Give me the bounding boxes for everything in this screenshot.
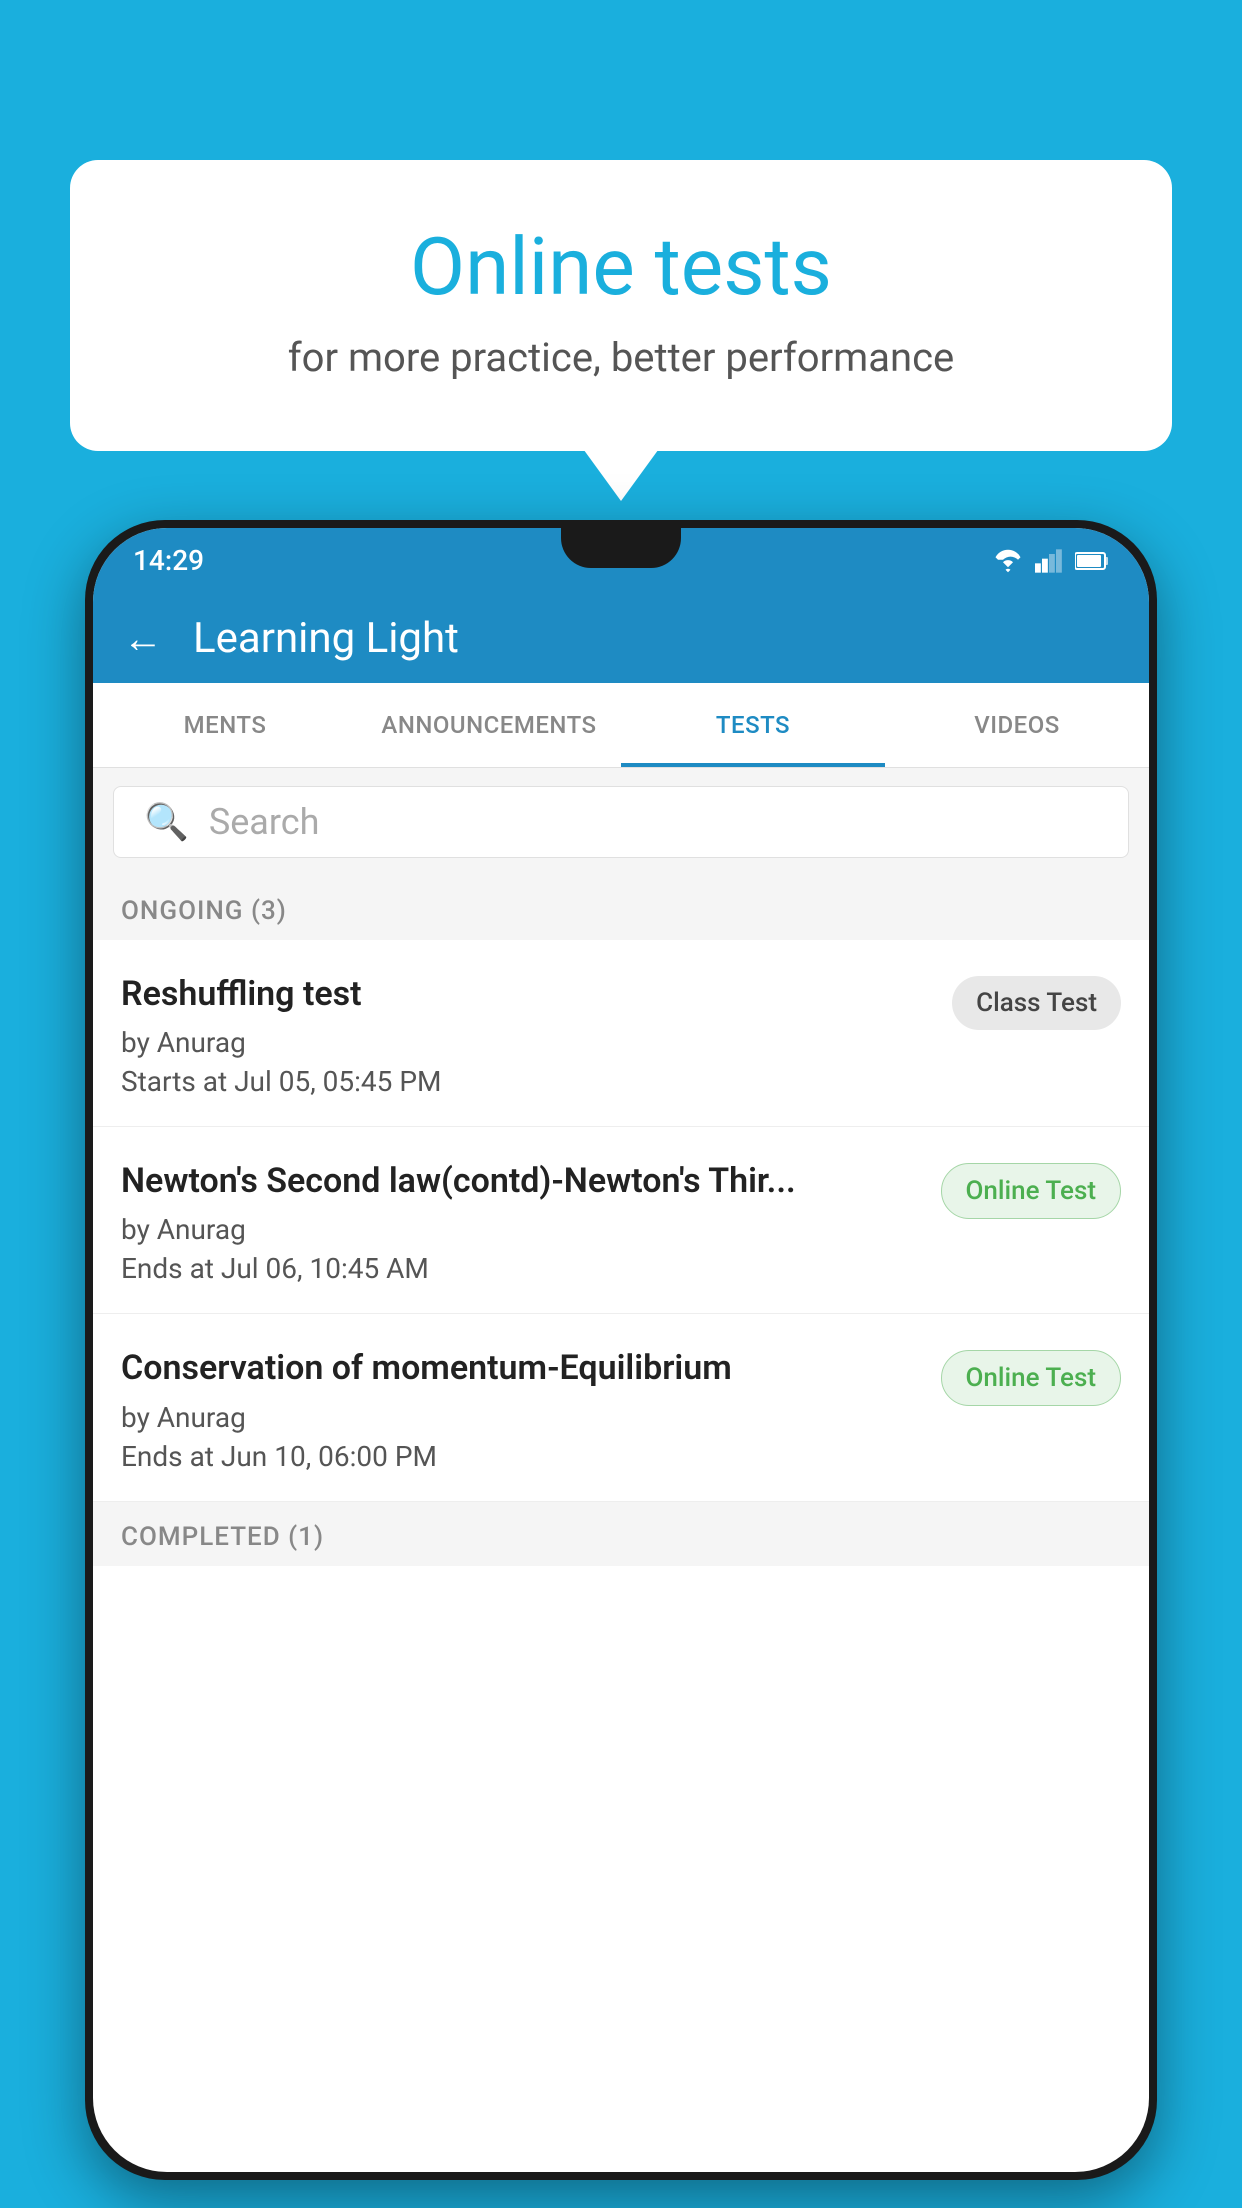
test-author-1: by Anurag — [121, 1026, 932, 1059]
test-time-3: Ends at Jun 10, 06:00 PM — [121, 1440, 921, 1473]
back-button[interactable]: ← — [123, 615, 163, 662]
ongoing-section-header: ONGOING (3) — [93, 876, 1149, 940]
bubble-title: Online tests — [150, 220, 1092, 314]
test-title-1: Reshuffling test — [121, 972, 932, 1016]
test-info-2: Newton's Second law(contd)-Newton's Thir… — [121, 1159, 941, 1285]
test-author-3: by Anurag — [121, 1401, 921, 1434]
tab-ments[interactable]: MENTS — [93, 683, 357, 767]
phone-container: 14:29 — [85, 520, 1157, 2208]
test-item-2[interactable]: Newton's Second law(contd)-Newton's Thir… — [93, 1127, 1149, 1314]
bubble-subtitle: for more practice, better performance — [150, 334, 1092, 381]
signal-icon — [1035, 549, 1063, 573]
battery-icon — [1075, 550, 1109, 572]
test-time-1: Starts at Jul 05, 05:45 PM — [121, 1065, 932, 1098]
test-badge-2: Online Test — [941, 1163, 1122, 1219]
search-icon: 🔍 — [144, 801, 189, 843]
speech-bubble: Online tests for more practice, better p… — [70, 160, 1172, 451]
status-icons — [993, 549, 1109, 573]
tab-announcements[interactable]: ANNOUNCEMENTS — [357, 683, 621, 767]
search-container: 🔍 Search — [93, 768, 1149, 876]
app-title: Learning Light — [193, 614, 459, 663]
test-time-2: Ends at Jul 06, 10:45 AM — [121, 1252, 921, 1285]
search-bar[interactable]: 🔍 Search — [113, 786, 1129, 858]
wifi-icon — [993, 549, 1023, 573]
test-badge-1: Class Test — [952, 976, 1121, 1030]
search-placeholder: Search — [209, 801, 320, 843]
phone-screen: 14:29 — [93, 528, 1149, 2172]
phone-notch — [561, 528, 681, 568]
test-item-3[interactable]: Conservation of momentum-Equilibrium by … — [93, 1314, 1149, 1501]
status-time: 14:29 — [133, 544, 204, 577]
phone-frame: 14:29 — [85, 520, 1157, 2180]
completed-section-header: COMPLETED (1) — [93, 1502, 1149, 1566]
test-item-1[interactable]: Reshuffling test by Anurag Starts at Jul… — [93, 940, 1149, 1127]
tab-tests[interactable]: TESTS — [621, 683, 885, 767]
app-header: ← Learning Light — [93, 593, 1149, 683]
test-title-2: Newton's Second law(contd)-Newton's Thir… — [121, 1159, 921, 1203]
tab-videos[interactable]: VIDEOS — [885, 683, 1149, 767]
tabs-container: MENTS ANNOUNCEMENTS TESTS VIDEOS — [93, 683, 1149, 768]
test-badge-3: Online Test — [941, 1350, 1122, 1406]
test-info-1: Reshuffling test by Anurag Starts at Jul… — [121, 972, 952, 1098]
test-info-3: Conservation of momentum-Equilibrium by … — [121, 1346, 941, 1472]
test-author-2: by Anurag — [121, 1213, 921, 1246]
test-list: Reshuffling test by Anurag Starts at Jul… — [93, 940, 1149, 1502]
test-title-3: Conservation of momentum-Equilibrium — [121, 1346, 921, 1390]
